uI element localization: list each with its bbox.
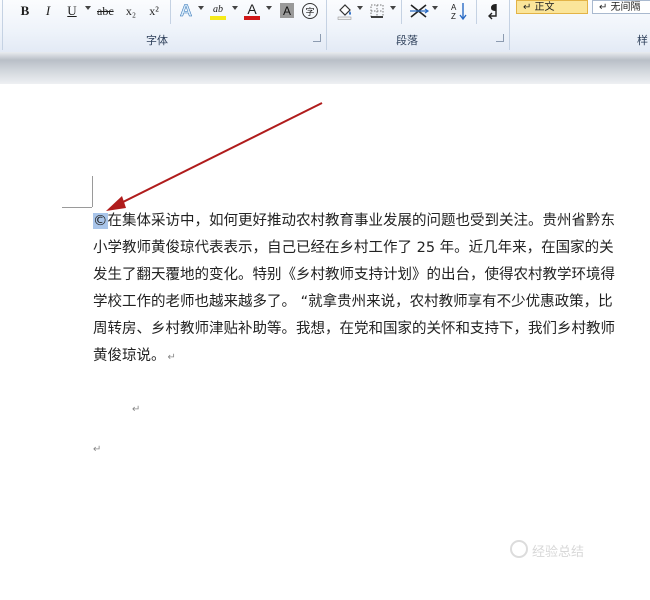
watermark: 经验总结	[532, 545, 585, 560]
watermark-logo-icon	[510, 540, 528, 558]
annotation-arrow	[106, 102, 323, 211]
